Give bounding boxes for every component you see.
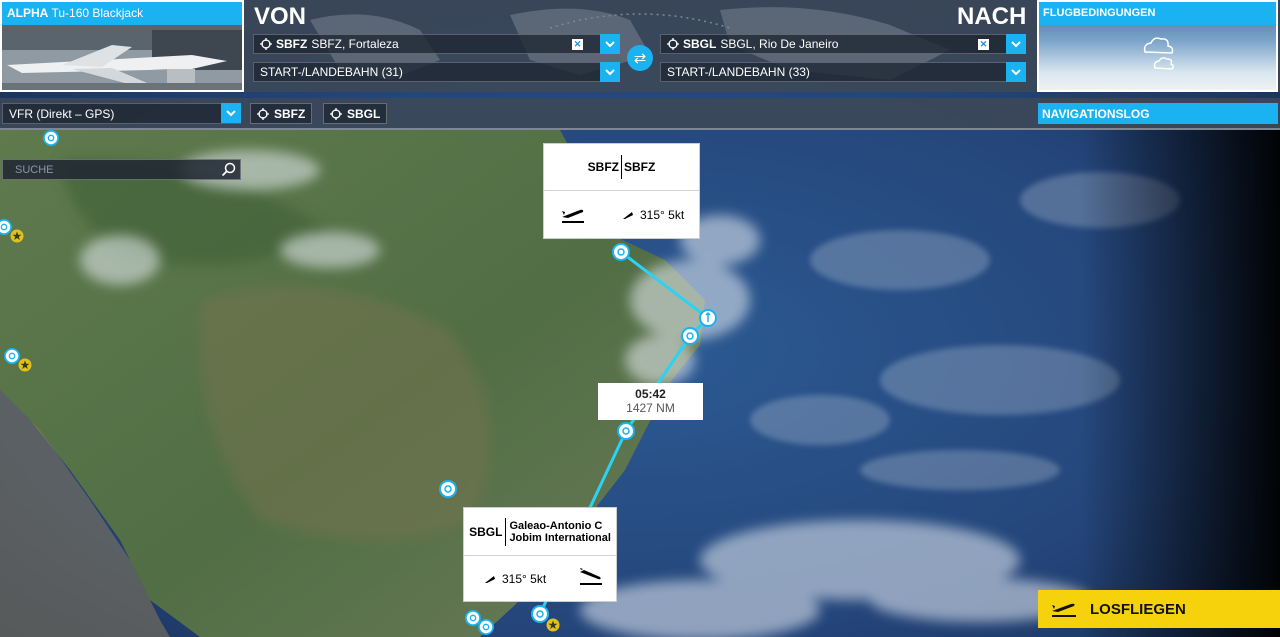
arrival-airport-select[interactable]: SBGL SBGL, Rio De Janeiro ✕ [660,34,1026,54]
departure-airport-select[interactable]: SBFZ SBFZ, Fortaleza ✕ [253,34,620,54]
star-poi-icon[interactable] [10,229,24,243]
chevron-down-icon[interactable] [1006,34,1026,54]
departure-popup-name: SBFZ [624,160,656,174]
waypoint-chip-arrival[interactable]: SBGL [323,103,388,124]
aircraft-model: Tu-160 Blackjack [51,6,144,20]
chevron-down-icon[interactable] [600,62,620,82]
clear-departure-icon[interactable]: ✕ [572,38,583,50]
airport-marker[interactable] [439,480,457,498]
windsock-icon [623,212,633,219]
navigation-log-button[interactable]: NAVIGATIONSLOG [1038,103,1278,124]
search-icon[interactable] [221,162,236,177]
arrival-popup-name-line2: Jobim International [509,532,611,544]
route-info-box: 05:42 1427 NM [598,383,703,420]
arrival-popup-name-line1: Galeao-Antonio C [509,520,603,532]
landing-icon [580,568,602,585]
arrival-name: SBGL, Rio De Janeiro [720,37,839,51]
airport-target-icon [330,107,342,120]
arrival-runway-select[interactable]: START-/LANDEBAHN (33) [660,62,1026,82]
aircraft-selection-card[interactable]: ALPHA Tu-160 Blackjack [0,0,244,92]
cloud-icon [1143,37,1175,70]
flight-route [538,250,711,615]
star-poi-icon[interactable] [18,358,32,372]
arrival-airport-popup[interactable]: SBGL Galeao-Antonio C Jobim Internationa… [463,507,617,602]
swap-airports-button[interactable]: ⇄ [627,45,653,71]
vor-waypoint-marker[interactable] [699,309,717,327]
airport-marker[interactable] [617,422,635,440]
chevron-down-icon[interactable] [600,34,620,54]
flight-conditions-label: FLUGBEDINGUNGEN [1039,2,1276,25]
flight-time: 05:42 [635,387,666,401]
navigation-mode: VFR (Direkt – GPS) [9,106,115,121]
departure-airport-popup[interactable]: SBFZ SBFZ 315° 5kt [543,143,700,239]
airport-marker[interactable] [478,619,494,635]
aircraft-thumbnail [2,25,242,90]
airport-marker[interactable] [681,327,699,345]
waypoint-chip-label: SBFZ [274,106,306,121]
fly-now-button[interactable]: LOSFLIEGEN [1038,590,1280,628]
search-input[interactable]: SUCHE [2,159,241,180]
flight-distance: 1427 NM [626,401,675,415]
flight-plan-header: ALPHA Tu-160 Blackjack VON NACH SBFZ SBF… [0,0,1280,92]
swap-icon: ⇄ [633,50,647,67]
to-title: NACH [957,3,1027,30]
departure-runway-select[interactable]: START-/LANDEBAHN (31) [253,62,620,82]
takeoff-icon [562,209,584,223]
aircraft-brand: ALPHA [7,6,49,20]
aircraft-title: ALPHA Tu-160 Blackjack [2,2,242,25]
airport-target-icon [257,107,269,120]
departure-airport-marker[interactable] [612,243,630,261]
chevron-down-icon[interactable] [221,103,241,123]
arrival-popup-icao: SBGL [469,525,503,539]
star-poi-icon[interactable] [546,618,560,632]
fly-now-label: LOSFLIEGEN [1090,600,1186,618]
departure-name: SBFZ, Fortaleza [311,37,399,51]
departure-icao: SBFZ [276,37,308,51]
clear-arrival-icon[interactable]: ✕ [978,38,989,50]
departure-popup-icao: SBFZ [587,160,619,174]
arrival-icao: SBGL [683,37,717,51]
airport-target-icon [667,38,679,50]
arrival-wind-info: 315° 5kt [484,572,546,586]
waypoint-chip-departure[interactable]: SBFZ [250,103,313,124]
departure-wind: 315° 5kt [640,208,685,222]
arrival-wind: 315° 5kt [502,572,547,586]
search-placeholder: SUCHE [15,164,54,176]
arrival-runway: START-/LANDEBAHN (33) [667,65,810,79]
flight-conditions-card[interactable]: FLUGBEDINGUNGEN [1037,0,1278,92]
waypoint-chip-label: SBGL [347,106,381,121]
from-title: VON [254,3,307,30]
departure-wind-info: 315° 5kt [622,208,684,222]
airport-target-icon [260,38,272,50]
chevron-down-icon[interactable] [1006,62,1026,82]
takeoff-icon [1052,603,1076,617]
departure-runway: START-/LANDEBAHN (31) [260,65,403,79]
windsock-icon [485,576,495,583]
airport-marker[interactable] [43,130,59,146]
navigation-mode-select[interactable]: VFR (Direkt – GPS) [2,103,241,124]
